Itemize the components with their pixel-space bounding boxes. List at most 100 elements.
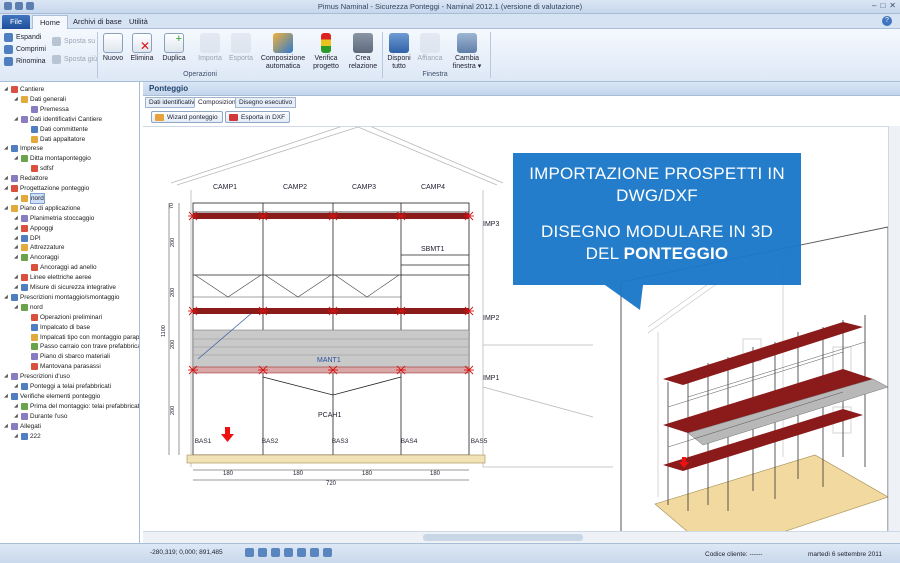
tree-item[interactable]: ◢ Linee elettriche aeree (14, 273, 91, 282)
expand-toggle-icon[interactable]: ◢ (14, 194, 19, 203)
view-tools[interactable] (245, 548, 332, 557)
move-down-button[interactable]: Sposta giù (52, 55, 97, 64)
tree-item[interactable]: ◢ Appoggi (14, 224, 53, 233)
tab-utilita[interactable]: Utilità (122, 15, 155, 29)
zoom-in-icon[interactable] (245, 548, 254, 557)
expand-toggle-icon[interactable]: ◢ (4, 392, 9, 401)
tree-item[interactable]: ◢ DPI (14, 234, 41, 243)
tree-item[interactable]: ◢ Prescrizioni d'uso (4, 372, 70, 381)
tree-item[interactable]: ◢ Ditta montaponteggio (14, 154, 91, 163)
expand-toggle-icon[interactable]: ◢ (14, 224, 19, 233)
tree-item[interactable]: Impalcati tipo con montaggio parapetti (24, 333, 139, 342)
move-up-button[interactable]: Sposta su (52, 37, 95, 46)
tree-item[interactable]: ◢ Attrezzature (14, 243, 64, 252)
maximize-icon[interactable]: □ (880, 1, 885, 10)
expand-toggle-icon[interactable]: ◢ (4, 174, 9, 183)
tree-item[interactable]: ◢ Redattore (4, 174, 48, 183)
expand-button[interactable]: Espandi (4, 33, 41, 42)
vertical-scrollbar[interactable] (888, 126, 900, 531)
tree-item[interactable]: ◢ Dati identificativi Cantiere (14, 115, 102, 124)
export-dxf-button[interactable]: Esporta in DXF (225, 111, 291, 123)
tree-item[interactable]: ◢ 222 (14, 432, 41, 441)
expand-toggle-icon[interactable]: ◢ (14, 273, 19, 282)
tree-item[interactable]: Piano di sbarco materiali (24, 352, 110, 361)
zoom-extents-icon[interactable] (271, 548, 280, 557)
new-button[interactable]: Nuovo (101, 33, 125, 63)
expand-toggle-icon[interactable]: ◢ (14, 412, 19, 421)
export-button[interactable]: Esporta (227, 33, 255, 63)
project-tree[interactable]: ◢ Cantiere ◢ Dati generali Premessa ◢ Dati ide… (0, 82, 140, 543)
expand-toggle-icon[interactable]: ◢ (4, 204, 9, 213)
tree-item[interactable]: Premessa (24, 105, 69, 114)
verify-project-button[interactable]: Verifica progetto (310, 33, 342, 71)
duplicate-button[interactable]: + Duplica (160, 33, 188, 63)
tree-item[interactable]: ◢ nord (14, 303, 43, 312)
tree-item[interactable]: ◢ Planimetria stoccaggio (14, 214, 94, 223)
expand-toggle-icon[interactable]: ◢ (4, 144, 9, 153)
switch-window-button[interactable]: Cambia finestra ▾ (450, 33, 484, 71)
tree-item[interactable]: ◢ Ancoraggi (14, 253, 59, 262)
rotate-icon[interactable] (310, 548, 319, 557)
tree-item[interactable]: Dati committente (24, 125, 88, 134)
tree-item[interactable]: ◢ Allegati (4, 422, 41, 431)
tree-item[interactable]: Operazioni preliminari (24, 313, 102, 322)
tree-item[interactable]: ◢ Piano di applicazione (4, 204, 80, 213)
tab-archivi-di-base[interactable]: Archivi di base (66, 15, 129, 29)
tree-item[interactable]: sdfsf (24, 164, 54, 173)
create-report-button[interactable]: Crea relazione (348, 33, 378, 71)
expand-toggle-icon[interactable]: ◢ (14, 154, 19, 163)
zoom-out-icon[interactable] (258, 548, 267, 557)
tree-item[interactable]: ◢ Verifiche elementi ponteggio (4, 392, 100, 401)
expand-toggle-icon[interactable]: ◢ (14, 402, 19, 411)
wizard-button[interactable]: Wizard ponteggio (151, 111, 223, 123)
auto-compose-button[interactable]: Composizione automatica (260, 33, 306, 71)
expand-toggle-icon[interactable]: ◢ (14, 303, 19, 312)
import-button[interactable]: Importa (196, 33, 224, 63)
tree-item[interactable]: ◢ Durante l'uso (14, 412, 67, 421)
drawing-canvas[interactable]: CAMP1 CAMP2 CAMP3 CAMP4 IMP3 IMP2 IMP1 S… (143, 114, 889, 533)
expand-toggle-icon[interactable]: ◢ (4, 184, 9, 193)
expand-toggle-icon[interactable]: ◢ (14, 432, 19, 441)
tree-item[interactable]: Passo carraio con trave prefabbricata (24, 342, 139, 351)
horizontal-scrollbar[interactable] (143, 531, 900, 543)
tab-dati-identificativi[interactable]: Dati identificativi (145, 97, 200, 108)
rename-button[interactable]: Rinomina (4, 57, 46, 66)
tab-home[interactable]: Home (32, 15, 69, 29)
collapse-button[interactable]: Comprimi (4, 45, 46, 54)
tab-file[interactable]: File (2, 15, 30, 29)
close-icon[interactable]: ✕ (889, 1, 896, 10)
zoom-window-icon[interactable] (284, 548, 293, 557)
expand-toggle-icon[interactable]: ◢ (14, 253, 19, 262)
tree-item[interactable]: ◢ Prima del montaggio: telai prefabbricat… (14, 402, 139, 411)
tree-item[interactable]: Dati appaltatore (24, 135, 85, 144)
tree-item[interactable]: ◢ Cantiere (4, 85, 44, 94)
tab-disegno-esecutivo[interactable]: Disegno esecutivo (235, 97, 297, 108)
tree-item[interactable]: ◢ Misure di sicurezza integrative (14, 283, 116, 292)
expand-toggle-icon[interactable]: ◢ (14, 214, 19, 223)
measure-icon[interactable] (323, 548, 332, 557)
expand-toggle-icon[interactable]: ◢ (4, 372, 9, 381)
delete-button[interactable]: ✕ Elimina (129, 33, 155, 63)
expand-toggle-icon[interactable]: ◢ (4, 422, 9, 431)
tree-item[interactable]: ◢ Progettazione ponteggio (4, 184, 89, 193)
expand-toggle-icon[interactable]: ◢ (14, 234, 19, 243)
arrange-all-button[interactable]: Disponi tutto (386, 33, 412, 71)
minimize-icon[interactable]: – (872, 1, 876, 10)
help-icon[interactable]: ? (882, 16, 892, 26)
tree-item[interactable]: ◢ Dati generali (14, 95, 66, 104)
expand-toggle-icon[interactable]: ◢ (14, 283, 19, 292)
tree-item[interactable]: Mantovana parasassi (24, 362, 101, 371)
expand-toggle-icon[interactable]: ◢ (14, 243, 19, 252)
expand-toggle-icon[interactable]: ◢ (4, 293, 9, 302)
tree-item[interactable]: ◢ Prescrizioni montaggio/smontaggio (4, 293, 119, 302)
tree-item[interactable]: Impalcato di base (24, 323, 90, 332)
expand-toggle-icon[interactable]: ◢ (14, 382, 19, 391)
tile-button[interactable]: Affianca (416, 33, 444, 63)
tree-item[interactable]: ◢ nord (14, 192, 45, 204)
pan-icon[interactable] (297, 548, 306, 557)
scroll-thumb[interactable] (423, 534, 583, 541)
tree-item[interactable]: ◢ Ponteggi a telai prefabbricati (14, 382, 111, 391)
expand-toggle-icon[interactable]: ◢ (14, 95, 19, 104)
tree-item[interactable]: Ancoraggi ad anello (24, 263, 97, 272)
expand-toggle-icon[interactable]: ◢ (14, 115, 19, 124)
